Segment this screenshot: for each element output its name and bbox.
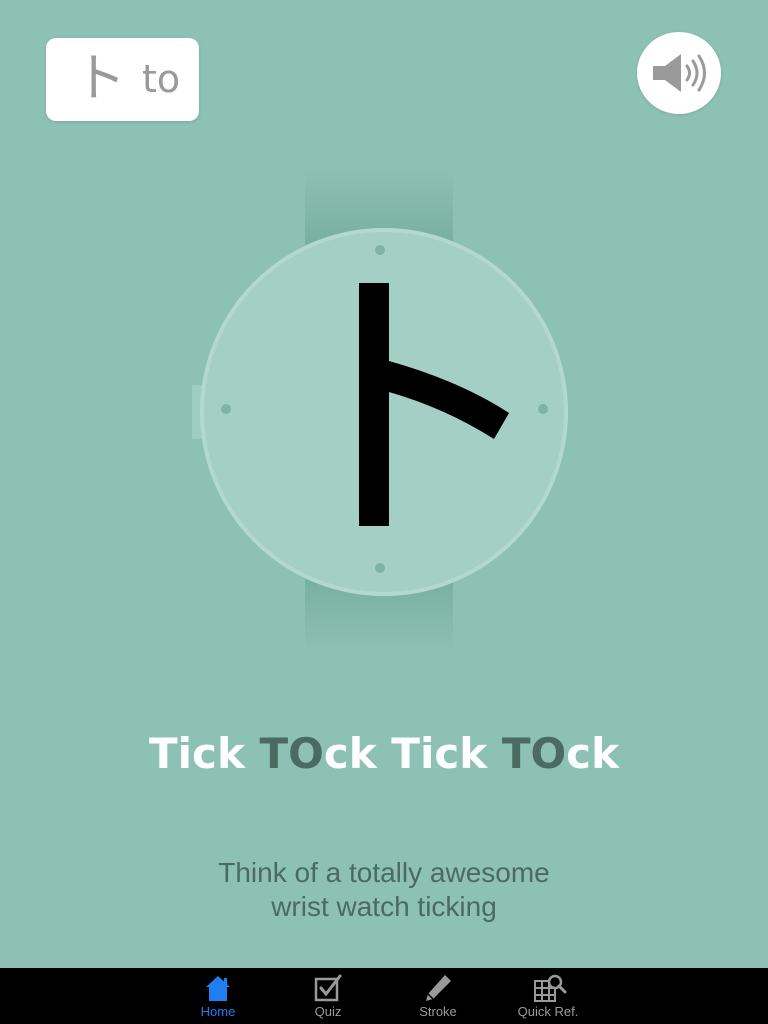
mnemonic-title: Tick TOck Tick TOck: [0, 722, 768, 786]
speaker-icon: [653, 54, 706, 92]
mnemonic-title-part: Tick: [149, 729, 260, 778]
tab-home[interactable]: Home: [168, 968, 268, 1024]
pencil-icon: [426, 975, 451, 1001]
tab-quick-ref[interactable]: Quick Ref.: [498, 968, 598, 1024]
kana-card[interactable]: ト to: [46, 38, 199, 121]
tab-quiz[interactable]: Quiz: [278, 968, 378, 1024]
mnemonic-title-highlight: TO: [259, 729, 324, 778]
mnemonic-title-part: ck Tick: [323, 729, 502, 778]
watch-face: [200, 228, 568, 596]
mnemonic-description-line: wrist watch ticking: [271, 891, 497, 922]
tab-stroke[interactable]: Stroke: [388, 968, 488, 1024]
romaji-label: to: [142, 57, 181, 101]
tab-label: Stroke: [419, 1004, 457, 1019]
mnemonic-description: Think of a totally awesome wrist watch t…: [0, 856, 768, 924]
checkbox-icon: [314, 974, 342, 1002]
mnemonic-title-part: ck: [566, 729, 619, 778]
kana-glyph-to: [359, 283, 509, 526]
tab-bar: Home Quiz Stroke Quick Ref.: [0, 968, 768, 1024]
tab-label: Home: [200, 1004, 236, 1019]
grid-search-icon: [534, 974, 567, 1002]
mnemonic-description-line: Think of a totally awesome: [218, 857, 550, 888]
mnemonic-title-highlight: TO: [501, 729, 567, 778]
home-icon: [206, 976, 230, 1001]
tab-label: Quick Ref.: [517, 1004, 579, 1019]
tab-label: Quiz: [314, 1004, 342, 1019]
kana-character: ト: [74, 49, 127, 109]
sound-button[interactable]: [637, 32, 721, 114]
